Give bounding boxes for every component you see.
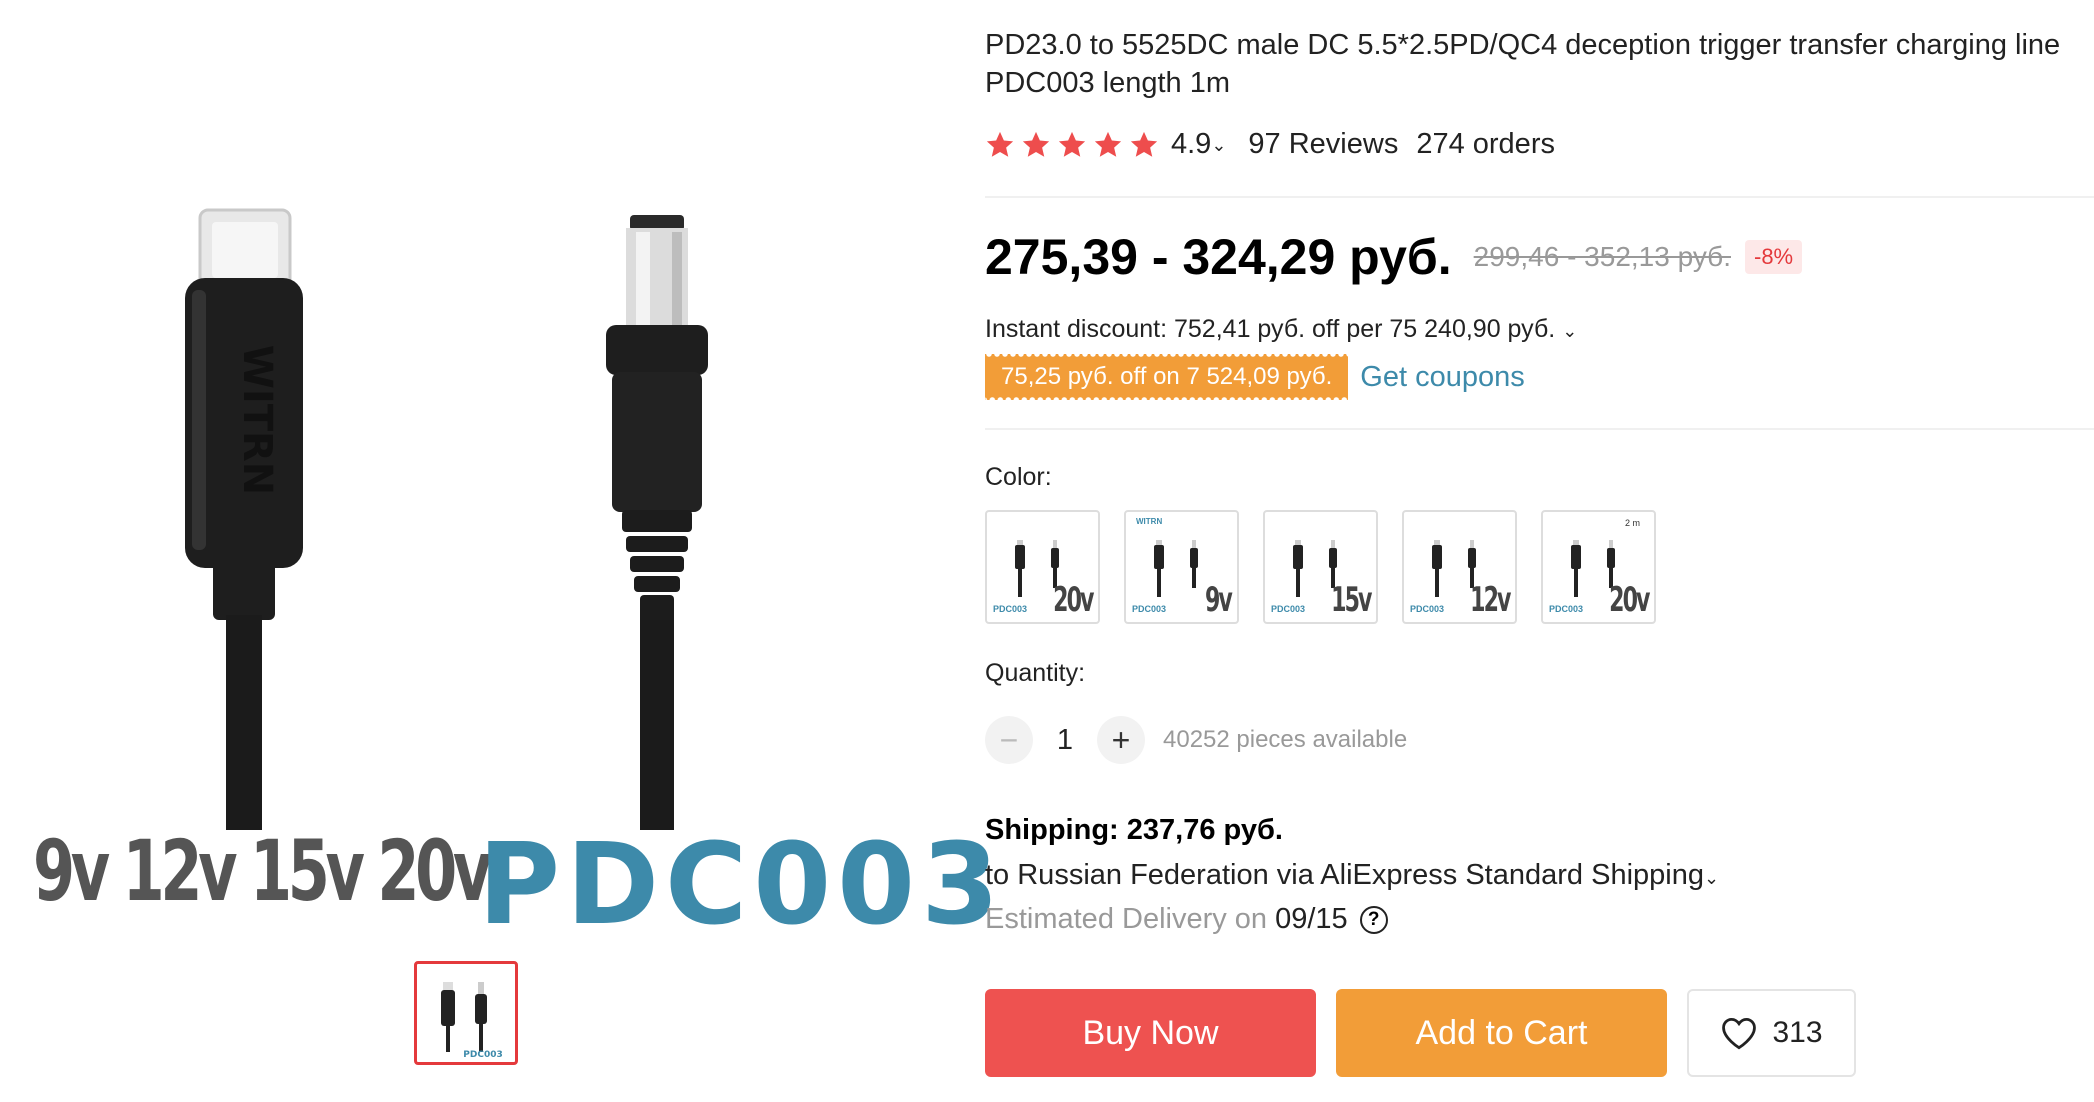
divider xyxy=(985,196,2094,198)
stock-available: 40252 pieces available xyxy=(1163,726,1408,753)
variant-voltage: 20v xyxy=(1608,580,1650,620)
delivery-date: 09/15 xyxy=(1275,903,1348,935)
star-icon xyxy=(1022,131,1050,157)
reviews-link[interactable]: 97 Reviews xyxy=(1248,128,1398,161)
instant-discount[interactable]: Instant discount: 752,41 руб. off per 75… xyxy=(985,315,1577,344)
color-option-20v-2m[interactable]: 2 m PDC003 20v xyxy=(1541,510,1656,624)
star-icon xyxy=(1094,131,1122,157)
product-details: PD23.0 to 5525DC male DC 5.5*2.5PD/QC4 d… xyxy=(985,0,2094,1102)
shipping-label: Shipping: xyxy=(985,814,1119,846)
get-coupons-link[interactable]: Get coupons xyxy=(1360,361,1524,394)
brand-mark: WITRN xyxy=(234,345,280,496)
product-title: PD23.0 to 5525DC male DC 5.5*2.5PD/QC4 d… xyxy=(985,29,2061,99)
orders-count: 274 orders xyxy=(1416,128,1555,160)
estimated-delivery: Estimated Delivery on 09/15 ? xyxy=(985,903,1388,936)
wishlist-count: 313 xyxy=(1772,1016,1823,1049)
quantity-increase-button[interactable]: + xyxy=(1097,716,1145,764)
color-option-15v[interactable]: PDC003 15v xyxy=(1263,510,1378,624)
star-icon xyxy=(1130,131,1158,157)
divider xyxy=(985,428,2094,430)
cable-icon xyxy=(1154,540,1198,597)
color-option-12v[interactable]: PDC003 12v xyxy=(1402,510,1517,624)
rating-stars xyxy=(985,130,1159,160)
help-icon[interactable]: ? xyxy=(1359,905,1388,934)
color-options: PDC003 20v WITRN PDC003 9v PDC003 15v PD… xyxy=(985,510,1656,624)
coupon-badge[interactable]: 75,25 руб. off on 7 524,09 руб. xyxy=(985,354,1349,400)
wishlist-button[interactable]: 313 xyxy=(1687,989,1856,1077)
variant-model: PDC003 xyxy=(1410,604,1445,614)
color-option-9v[interactable]: WITRN PDC003 9v xyxy=(1124,510,1239,624)
variant-model: PDC003 xyxy=(1132,604,1167,614)
instant-discount-text: Instant discount: 752,41 руб. off per 75… xyxy=(985,315,1556,343)
price-row: 275,39 - 324,29 руб. 299,46 - 352,13 руб… xyxy=(985,228,1803,286)
variant-voltage: 12v xyxy=(1469,580,1511,620)
voltage-caption: 9v 12v 15v 20v xyxy=(33,822,492,920)
original-price: 299,46 - 352,13 руб. xyxy=(1473,241,1731,272)
variant-length: 2 m xyxy=(1624,518,1640,528)
quantity-decrease-button[interactable]: − xyxy=(985,716,1033,764)
color-label: Color: xyxy=(985,463,1052,491)
star-icon xyxy=(986,131,1014,157)
current-price: 275,39 - 324,29 руб. xyxy=(985,229,1452,285)
shipping-method: to Russian Federation via AliExpress Sta… xyxy=(985,859,1704,891)
color-option-20v[interactable]: PDC003 20v xyxy=(985,510,1100,624)
model-caption: PDC003 xyxy=(478,820,1006,950)
rating-row: 4.9⌄ 97 Reviews 274 orders xyxy=(985,128,1555,161)
thumbnail-label: PDC003 xyxy=(463,1050,502,1060)
thumbnail-image: PDC003 xyxy=(441,982,503,1060)
heart-icon xyxy=(1722,1018,1757,1050)
chevron-down-icon: ⌄ xyxy=(1562,321,1578,341)
image-gallery: WITRN 9v 12v 15v 20v PDC003 PDC003 xyxy=(0,0,999,1102)
star-icon xyxy=(1058,131,1086,157)
rating-value: 4.9 xyxy=(1171,128,1212,160)
add-to-cart-button[interactable]: Add to Cart xyxy=(1336,989,1667,1077)
buy-now-button[interactable]: Buy Now xyxy=(985,989,1316,1077)
variant-model: PDC003 xyxy=(993,604,1028,614)
shipping-method-dropdown[interactable]: to Russian Federation via AliExpress Sta… xyxy=(985,859,1719,892)
chevron-down-icon: ⌄ xyxy=(1703,868,1720,888)
variant-voltage: 15v xyxy=(1330,580,1372,620)
gallery-thumbnail[interactable]: PDC003 xyxy=(414,961,518,1065)
quantity-stepper: − + 40252 pieces available xyxy=(985,716,1407,764)
shipping-cost: Shipping: 237,76 руб. xyxy=(985,814,1283,847)
discount-badge: -8% xyxy=(1745,240,1803,274)
quantity-label: Quantity: xyxy=(985,659,1086,687)
shipping-price: 237,76 руб. xyxy=(1126,814,1283,846)
rating-value-dropdown[interactable]: 4.9⌄ xyxy=(1171,128,1226,161)
quantity-input[interactable] xyxy=(1033,722,1097,758)
estimated-delivery-label: Estimated Delivery on xyxy=(985,903,1268,935)
cable-illustration: WITRN xyxy=(185,208,708,830)
coupon-row: 75,25 руб. off on 7 524,09 руб. Get coup… xyxy=(985,354,1525,400)
variant-model: PDC003 xyxy=(1271,604,1306,614)
chevron-down-icon: ⌄ xyxy=(1211,134,1227,155)
variant-voltage: 20v xyxy=(1052,580,1094,620)
main-product-image[interactable]: WITRN 9v 12v 15v 20v PDC003 xyxy=(0,0,999,950)
variant-voltage: 9v xyxy=(1205,580,1233,620)
variant-brand: WITRN xyxy=(1136,517,1163,526)
variant-model: PDC003 xyxy=(1549,604,1584,614)
